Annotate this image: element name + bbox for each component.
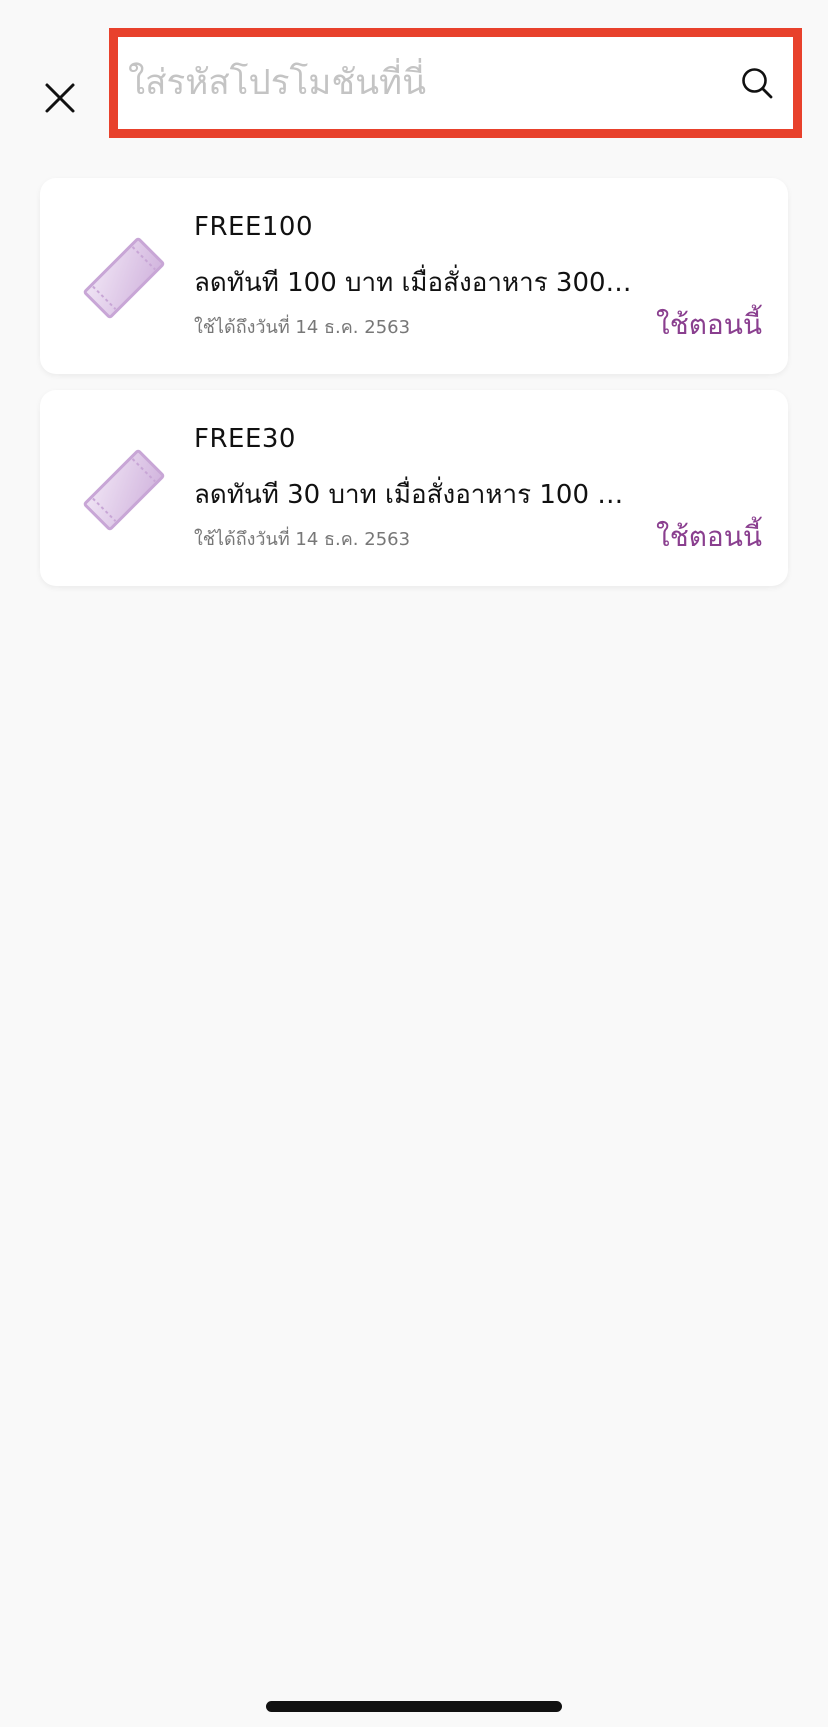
close-icon: [45, 83, 75, 113]
home-indicator[interactable]: [266, 1701, 562, 1712]
promo-code-screen: FREE100 ลดทันที 100 บาท เมื่อสั่งอาหาร 3…: [0, 0, 828, 1727]
search-button[interactable]: [727, 53, 787, 113]
coupon-ticket-icon: [83, 449, 165, 531]
promo-code: FREE100: [194, 212, 314, 242]
coupon-ticket-icon: [83, 237, 165, 319]
promo-card[interactable]: FREE30 ลดทันที 30 บาท เมื่อสั่งอาหาร 100…: [40, 390, 788, 586]
promo-expiry: ใช้ได้ถึงวันที่ 14 ธ.ค. 2563: [194, 317, 411, 338]
promo-expiry: ใช้ได้ถึงวันที่ 14 ธ.ค. 2563: [194, 529, 411, 550]
promo-code-input[interactable]: [118, 37, 727, 129]
use-now-button[interactable]: ใช้ตอนนี้: [656, 303, 762, 347]
use-now-button[interactable]: ใช้ตอนนี้: [656, 515, 762, 559]
promo-card[interactable]: FREE100 ลดทันที 100 บาท เมื่อสั่งอาหาร 3…: [40, 178, 788, 374]
promo-code: FREE30: [194, 424, 296, 454]
close-button[interactable]: [36, 74, 84, 122]
promo-description: ลดทันที 100 บาท เมื่อสั่งอาหาร 300 บาทขึ…: [194, 268, 634, 298]
promo-description: ลดทันที 30 บาท เมื่อสั่งอาหาร 100 บาทขึ้…: [194, 480, 634, 510]
search-icon: [742, 68, 773, 99]
search-box: [118, 37, 793, 129]
